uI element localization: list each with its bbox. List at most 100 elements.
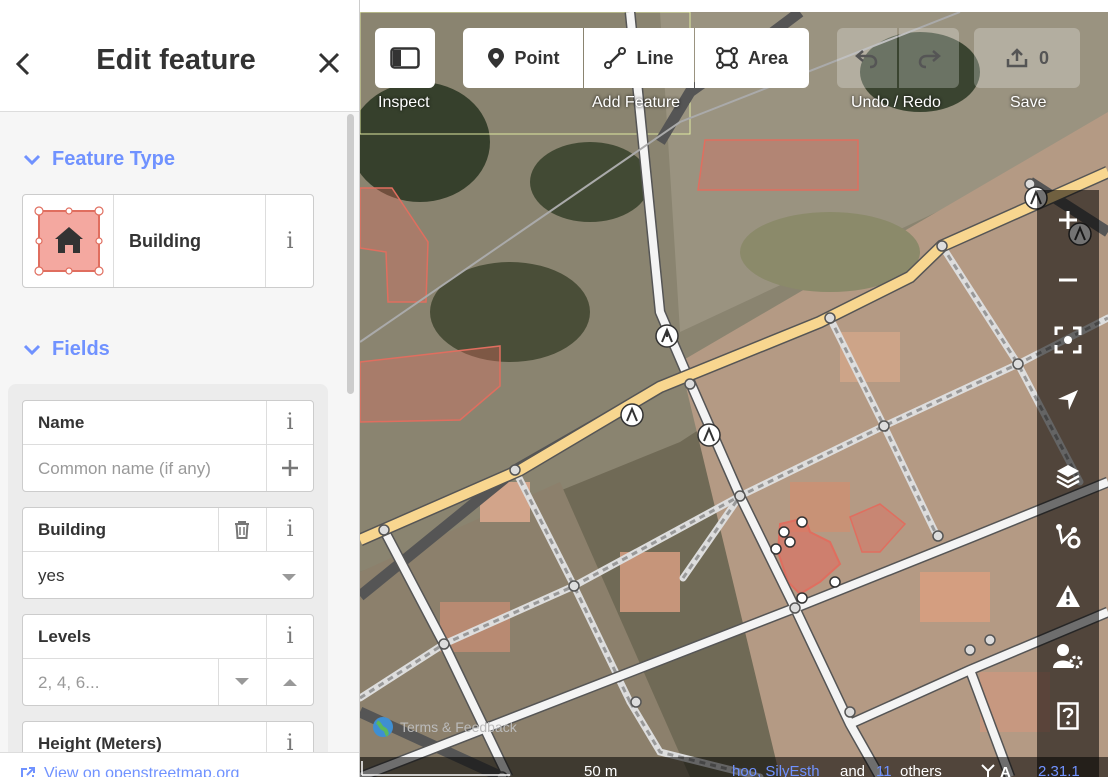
levels-decrement-button[interactable] <box>218 659 265 705</box>
save-label: Save <box>1010 94 1047 111</box>
background-layers-button[interactable] <box>1037 448 1099 504</box>
inspect-label: Inspect <box>378 94 430 111</box>
zoom-to-selection-icon <box>1054 326 1082 354</box>
preferences-button[interactable] <box>1037 628 1099 684</box>
point-icon <box>487 48 504 68</box>
preset-selector[interactable]: Building i <box>22 194 314 288</box>
accessibility-toggle[interactable]: A <box>978 761 1018 777</box>
area-label: Area <box>747 47 789 68</box>
fields-heading: Fields <box>52 338 110 360</box>
zoom-out-button[interactable] <box>1037 252 1099 308</box>
height-field-label: Height (Meters) <box>38 734 162 753</box>
layers-icon <box>1056 465 1080 489</box>
zoom-out-icon <box>1059 278 1077 282</box>
preset-info-button[interactable]: i <box>265 195 314 287</box>
info-icon: i <box>286 624 294 649</box>
area-icon <box>715 47 738 69</box>
sidebar: Edit feature Feature Type Building i Fie… <box>0 0 360 777</box>
attribution-label: Terms & Feedback <box>400 719 517 735</box>
scale-label: 50 m <box>584 763 618 777</box>
name-input[interactable]: Common name (if any) <box>38 459 211 479</box>
levels-info-button[interactable]: i <box>266 615 313 658</box>
building-info-button[interactable]: i <box>266 508 313 551</box>
contributors-link[interactable]: hoo, SilyEsth <box>732 763 820 777</box>
trash-icon <box>235 520 249 539</box>
info-icon: i <box>286 517 294 542</box>
sidebar-toggle-icon <box>390 47 420 69</box>
undo-button[interactable] <box>837 28 897 88</box>
sidebar-footer: View on openstreetmap.org <box>0 752 359 777</box>
add-localized-name-button[interactable] <box>266 445 313 491</box>
plus-icon <box>282 460 298 476</box>
levels-field: Levels i 2, 4, 6... <box>22 614 314 706</box>
feature-type-section-toggle[interactable]: Feature Type <box>22 148 175 171</box>
zoom-in-icon <box>1059 211 1077 229</box>
view-on-osm-link[interactable]: View on openstreetmap.org <box>20 765 239 777</box>
back-button[interactable] <box>8 46 40 82</box>
attribution[interactable]: Terms & Feedback <box>372 716 517 738</box>
save-button[interactable]: 0 <box>974 28 1080 88</box>
scale-bar <box>361 761 510 776</box>
redo-button[interactable] <box>899 28 959 88</box>
chevron-down-icon <box>23 344 41 355</box>
preset-name: Building <box>129 231 201 251</box>
levels-increment-button[interactable] <box>266 659 313 705</box>
zoom-in-button[interactable] <box>1037 192 1099 248</box>
house-icon <box>34 206 104 276</box>
point-label: Point <box>514 47 560 68</box>
map-canvas[interactable] <box>360 12 1108 777</box>
undo-icon <box>855 50 878 69</box>
building-dropdown-caret[interactable] <box>281 570 297 588</box>
others-label: others <box>900 763 942 777</box>
svg-text:A: A <box>1000 764 1011 777</box>
dropdown-icon <box>282 574 296 581</box>
help-icon <box>1057 702 1079 730</box>
chevron-down-icon <box>23 154 41 165</box>
name-field: Name i Common name (if any) <box>22 400 314 492</box>
geolocate-button[interactable] <box>1037 372 1099 428</box>
add-point-button[interactable]: Point <box>463 28 583 88</box>
line-icon <box>604 47 627 69</box>
issues-icon <box>1056 585 1080 607</box>
upload-icon <box>1006 48 1028 68</box>
sidebar-scrollbar[interactable] <box>347 114 354 394</box>
add-area-button[interactable]: Area <box>695 28 809 88</box>
view-on-osm-label: View on openstreetmap.org <box>44 765 240 777</box>
help-button[interactable] <box>1037 688 1099 744</box>
divider <box>23 551 313 552</box>
inspect-button[interactable] <box>375 28 435 88</box>
dropdown-icon <box>235 678 249 685</box>
line-label: Line <box>636 47 674 68</box>
map-footer: 50 m hoo, SilyEsth and 11 others A 2.31.… <box>360 757 1108 777</box>
redo-icon <box>918 50 941 69</box>
undo-redo-label: Undo / Redo <box>851 94 941 111</box>
issues-button[interactable] <box>1037 568 1099 624</box>
add-feature-label: Add Feature <box>592 94 681 111</box>
chevron-left-icon <box>15 52 30 76</box>
fields-section-toggle[interactable]: Fields <box>22 338 110 361</box>
feature-type-heading: Feature Type <box>52 148 175 170</box>
preset-icon-container <box>23 195 114 287</box>
preferences-icon <box>1053 644 1083 669</box>
map-data-button[interactable] <box>1037 508 1099 564</box>
others-count-link[interactable]: 11 <box>876 763 892 777</box>
close-button[interactable] <box>312 46 346 82</box>
info-icon: i <box>286 410 294 435</box>
info-icon: i <box>286 228 294 254</box>
map-controls <box>1037 190 1099 777</box>
map-view[interactable]: Inspect Point Line Area Add Feature Undo… <box>360 12 1108 777</box>
levels-input[interactable]: 2, 4, 6... <box>38 673 99 693</box>
stepper-up-icon <box>283 679 297 686</box>
accessibility-icon: A <box>981 764 1011 777</box>
zoom-to-selection-button[interactable] <box>1037 312 1099 368</box>
sidebar-header: Edit feature <box>0 0 359 112</box>
add-line-button[interactable]: Line <box>584 28 694 88</box>
name-info-button[interactable]: i <box>266 401 313 444</box>
version-link[interactable]: 2.31.1 <box>1038 763 1080 777</box>
close-icon <box>318 52 340 74</box>
remove-building-button[interactable] <box>218 508 265 551</box>
locate-icon <box>1058 390 1078 410</box>
building-combo-input[interactable]: yes <box>38 566 64 586</box>
contributors-and: and <box>840 763 866 777</box>
building-field: Building i yes <box>22 507 314 599</box>
